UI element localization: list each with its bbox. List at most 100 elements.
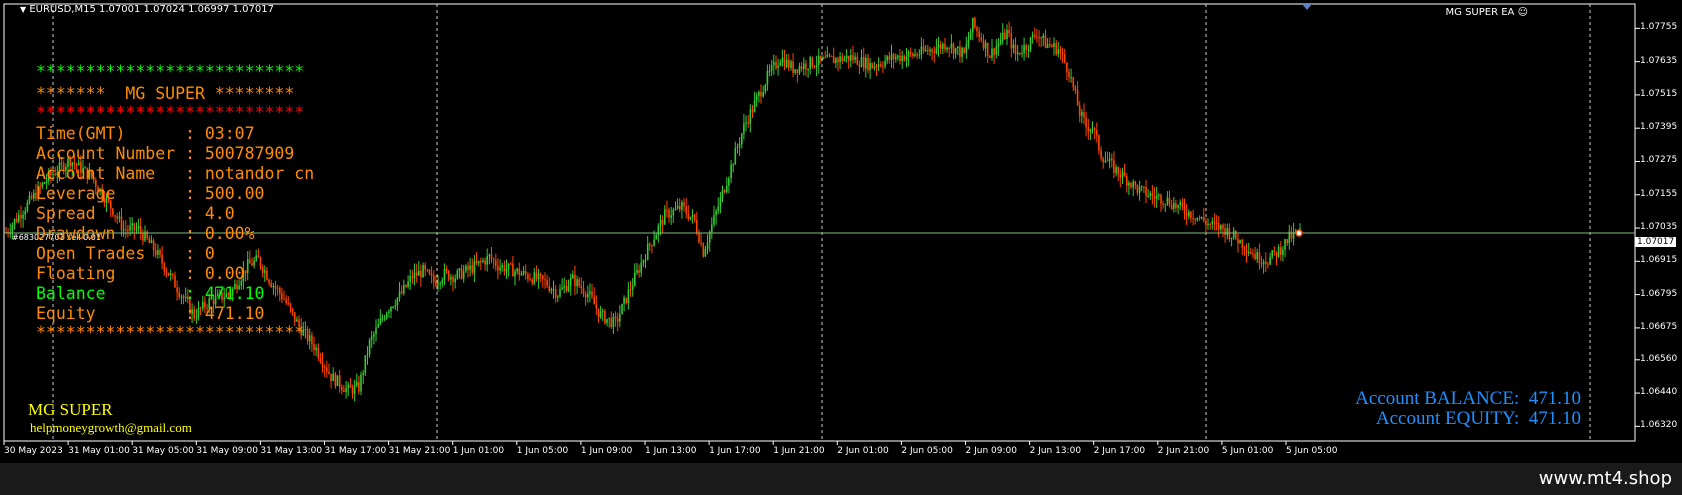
candle-body — [1074, 87, 1077, 91]
candle-body — [749, 109, 752, 124]
candle-body — [505, 268, 508, 272]
candle-body — [873, 66, 876, 69]
candle-body — [368, 339, 371, 355]
candle-body — [499, 267, 501, 271]
time-label: 31 May 05:00 — [132, 446, 194, 456]
candle-body — [599, 312, 602, 317]
candle-body — [281, 293, 283, 300]
candle-body — [976, 27, 978, 32]
equity-label: Equity — [36, 304, 186, 323]
candle-body — [1083, 112, 1085, 118]
account-balance-label: Account BALANCE: 471.10 — [1355, 388, 1581, 409]
candle-body — [287, 303, 290, 304]
candle-body — [249, 259, 251, 264]
time-label: 1 Jun 05:00 — [516, 446, 569, 456]
candle-body — [1239, 240, 1241, 244]
candle-body — [334, 373, 337, 386]
candle-body — [927, 50, 929, 52]
candle-body — [700, 242, 702, 244]
candle-body — [381, 318, 384, 320]
candle-body — [880, 64, 882, 66]
candle-body — [965, 44, 968, 53]
panel-row: Drawdown : 0.00% — [36, 224, 255, 243]
candle-body — [443, 268, 446, 281]
candle-body — [1235, 230, 1237, 239]
candle-body — [403, 284, 405, 294]
candle-body — [683, 202, 685, 207]
candle-body — [811, 57, 814, 67]
candle-body — [764, 84, 767, 92]
dropdown-triangle-icon[interactable]: ▼ — [20, 5, 26, 14]
candle-body — [1012, 44, 1015, 49]
candle-body — [779, 62, 782, 66]
candle-body — [582, 288, 585, 294]
candle-body — [15, 219, 18, 222]
candle-body — [969, 32, 972, 40]
candle-body — [426, 269, 429, 271]
candle-body — [1111, 158, 1113, 161]
ea-label[interactable]: MG SUPER EA ☺ — [1446, 7, 1528, 18]
candle-body — [537, 273, 540, 280]
candle-body — [595, 304, 598, 309]
candle-body — [535, 272, 538, 280]
candle-body — [319, 357, 322, 362]
candle-body — [465, 265, 467, 272]
candle-body — [1091, 128, 1094, 130]
candle-body — [524, 270, 527, 275]
balance-sep: : — [185, 284, 205, 303]
candle-body — [623, 297, 625, 304]
time-label: 1 Jun 21:00 — [773, 446, 825, 456]
candle-body — [1072, 77, 1075, 88]
candle-body — [1228, 228, 1231, 240]
candle-body — [392, 306, 394, 308]
candle-body — [345, 387, 347, 392]
panel-row: Spread : 4.0 — [36, 204, 235, 223]
symbol-bar-text: EURUSD,M15 1.07001 1.07024 1.06997 1.070… — [29, 4, 274, 15]
candle-body — [542, 275, 544, 280]
candle-body — [856, 56, 859, 65]
panel-stars-bottom: *************************** — [36, 323, 305, 342]
candle-body — [1275, 251, 1278, 257]
candle-body — [672, 209, 675, 216]
candle-body — [1254, 254, 1256, 260]
candle-body — [1108, 158, 1111, 162]
candle-body — [1049, 44, 1051, 46]
chart-window[interactable]: ▼ EURUSD,M15 1.07001 1.07024 1.06997 1.0… — [0, 0, 1682, 495]
candle-body — [323, 366, 326, 368]
candle-body — [437, 283, 439, 286]
candle-body — [1217, 223, 1220, 230]
candle-body — [326, 367, 328, 372]
time-label: 31 May 09:00 — [196, 446, 259, 456]
candle-body — [734, 148, 737, 165]
time-label: 1 Jun 13:00 — [645, 446, 697, 456]
candle-body — [1262, 261, 1265, 265]
price-label: 1.06440 — [1640, 387, 1678, 398]
panel-row: Time(GMT) : 03:07 — [36, 124, 255, 143]
candle-body — [253, 260, 255, 266]
time-label: 2 Jun 05:00 — [901, 446, 953, 456]
panel-row: Leverage : 500.00 — [36, 184, 265, 203]
candle-body — [854, 56, 856, 61]
candle-body — [640, 262, 642, 273]
time-label: 31 May 01:00 — [68, 446, 130, 456]
candle-body — [1143, 186, 1145, 188]
candle-body — [922, 46, 925, 51]
candle-body — [862, 57, 865, 69]
candle-body — [405, 284, 407, 287]
candle-body — [1051, 45, 1053, 47]
candle-body — [1153, 196, 1156, 199]
candle-body — [1284, 239, 1286, 250]
candle-body — [1132, 181, 1134, 188]
candle-body — [736, 147, 739, 148]
candle-body — [997, 43, 1000, 47]
candle-body — [604, 310, 606, 324]
candle-body — [1179, 202, 1181, 206]
candle-body — [330, 373, 332, 381]
candle-body — [1117, 167, 1119, 175]
candle-body — [1203, 217, 1205, 222]
time-label: 2 Jun 17:00 — [1093, 446, 1146, 456]
candle-body — [653, 239, 655, 246]
candle-body — [869, 63, 871, 71]
candle-body — [30, 195, 33, 199]
candle-body — [743, 123, 745, 134]
